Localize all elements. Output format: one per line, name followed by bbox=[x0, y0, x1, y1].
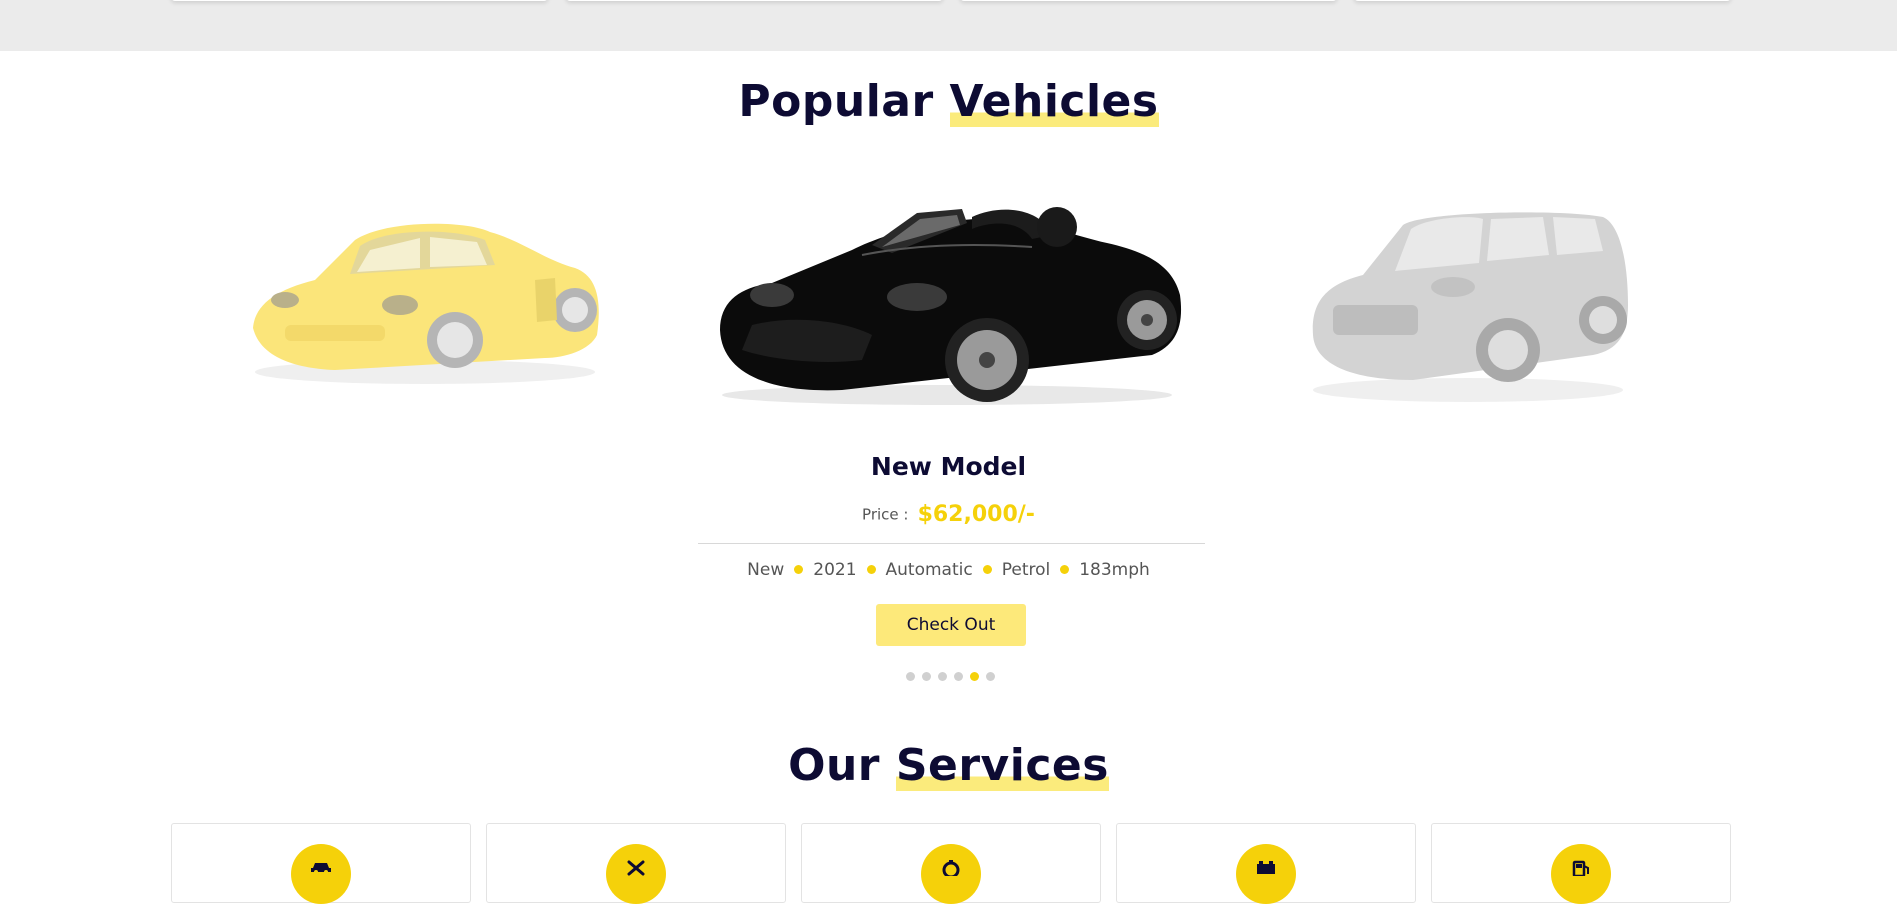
heading-text: Popular bbox=[738, 76, 934, 127]
car-image-silver-suv[interactable] bbox=[1303, 205, 1633, 405]
spec-separator-dot bbox=[866, 565, 876, 574]
spec-top-speed: 183mph bbox=[1079, 560, 1150, 580]
heading-highlight: Vehicles bbox=[949, 76, 1159, 127]
service-card[interactable] bbox=[801, 823, 1101, 904]
carousel-dot[interactable] bbox=[922, 672, 931, 681]
carousel-dot[interactable] bbox=[938, 672, 947, 681]
car-image-yellow-coupe[interactable] bbox=[245, 210, 605, 390]
service-card[interactable] bbox=[1431, 823, 1731, 904]
wrench-icon bbox=[606, 844, 666, 904]
divider bbox=[698, 543, 1205, 544]
service-card[interactable] bbox=[486, 823, 786, 904]
heading-highlight: Services bbox=[895, 740, 1109, 791]
car-specs: New 2021 Automatic Petrol 183mph bbox=[0, 560, 1897, 580]
carousel-dot-active[interactable] bbox=[970, 672, 979, 681]
popular-vehicles-heading: Popular Vehicles bbox=[0, 76, 1897, 127]
carousel-dot[interactable] bbox=[986, 672, 995, 681]
service-card[interactable] bbox=[171, 823, 471, 904]
spec-condition: New bbox=[747, 560, 785, 580]
top-card bbox=[171, 0, 548, 1]
heading-text: Our bbox=[788, 740, 880, 791]
carousel-dot[interactable] bbox=[906, 672, 915, 681]
car-icon bbox=[291, 844, 351, 904]
car-image-black-convertible[interactable] bbox=[712, 195, 1182, 410]
spec-separator-dot bbox=[982, 565, 992, 574]
price-row: Price : $62,000/- bbox=[0, 502, 1897, 527]
fuel-icon bbox=[1551, 844, 1611, 904]
price-label: Price : bbox=[862, 505, 909, 524]
gear-icon bbox=[921, 844, 981, 904]
spec-transmission: Automatic bbox=[885, 560, 973, 580]
spec-year: 2021 bbox=[813, 560, 857, 580]
top-card bbox=[566, 0, 943, 1]
check-out-button[interactable]: Check Out bbox=[876, 604, 1026, 646]
top-card bbox=[960, 0, 1337, 1]
top-card bbox=[1354, 0, 1731, 1]
spec-separator-dot bbox=[1060, 565, 1070, 574]
price-value: $62,000/- bbox=[917, 502, 1035, 527]
car-model-name: New Model bbox=[870, 452, 1027, 481]
carousel-dot[interactable] bbox=[954, 672, 963, 681]
top-band bbox=[0, 0, 1897, 51]
spec-separator-dot bbox=[794, 565, 804, 574]
spec-fuel: Petrol bbox=[1001, 560, 1051, 580]
battery-icon bbox=[1236, 844, 1296, 904]
service-card[interactable] bbox=[1116, 823, 1416, 904]
our-services-heading: Our Services bbox=[0, 740, 1897, 791]
carousel-pagination bbox=[906, 672, 995, 681]
